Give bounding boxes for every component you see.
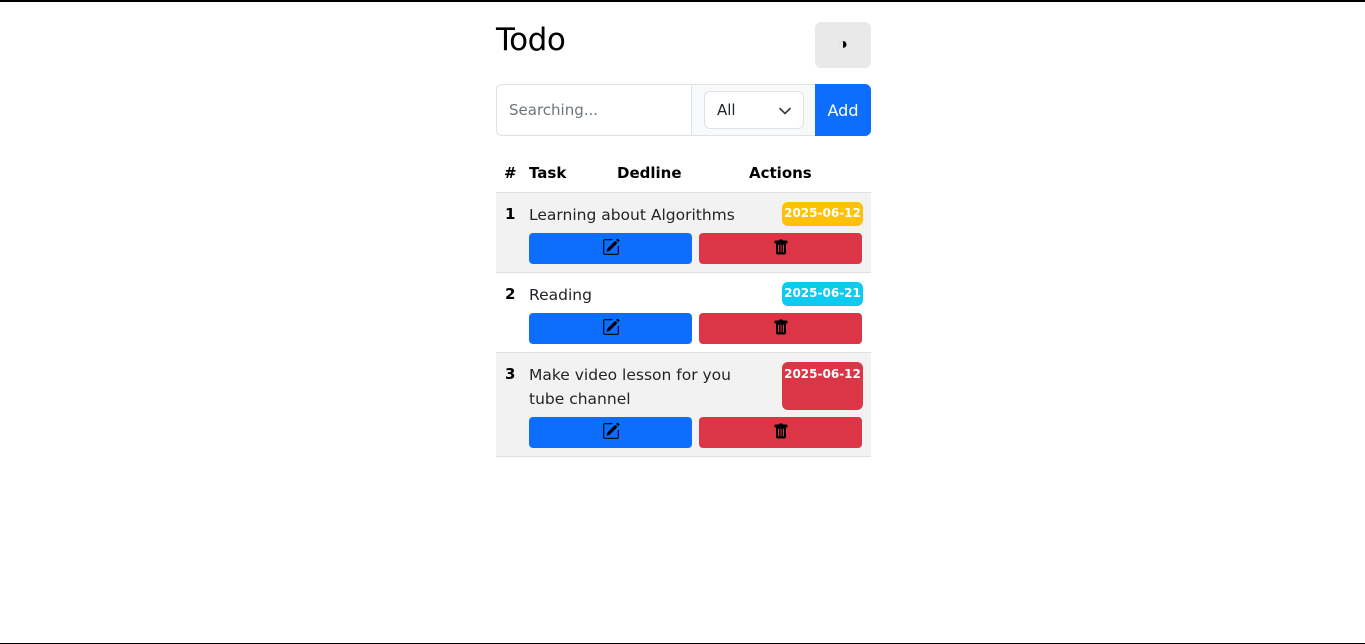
deadline-badge: 2025-06-12 [782, 202, 863, 226]
deadline-badge: 2025-06-21 [782, 282, 863, 306]
table-row: 1 Learning about Algorithms 2025-06-12 [496, 193, 871, 273]
header-deadline: Dedline [617, 164, 682, 182]
theme-toggle-button[interactable]: ◑ [815, 22, 871, 68]
header-num: # [504, 164, 517, 182]
filter-container: All [691, 84, 815, 136]
page-title: Todo [496, 22, 566, 58]
edit-button[interactable] [529, 233, 692, 264]
row-actions [529, 313, 862, 344]
delete-button[interactable] [699, 313, 862, 344]
delete-button[interactable] [699, 417, 862, 448]
header-actions: Actions [749, 164, 812, 182]
todo-app: Todo ◑ All Add # Task Dedline Actions 1 … [496, 20, 871, 457]
header-task: Task [529, 164, 567, 182]
search-input[interactable] [496, 84, 691, 136]
deadline-badge: 2025-06-12 [782, 362, 863, 410]
window-top-border [0, 0, 1365, 2]
edit-icon [602, 318, 620, 339]
task-text: Make video lesson for you tube channel [529, 366, 731, 408]
edit-button[interactable] [529, 313, 692, 344]
chevron-down-icon [779, 101, 791, 119]
filter-value: All [717, 101, 736, 119]
toolbar: All Add [496, 84, 871, 136]
edit-icon [602, 238, 620, 259]
header: Todo ◑ [496, 20, 871, 68]
task-text: Learning about Algorithms [529, 206, 735, 224]
row-actions [529, 233, 862, 264]
row-number: 3 [505, 365, 516, 383]
delete-button[interactable] [699, 233, 862, 264]
contrast-icon: ◑ [838, 36, 848, 53]
table-row: 2 Reading 2025-06-21 [496, 273, 871, 353]
table-header: # Task Dedline Actions [496, 156, 871, 193]
trash-icon [773, 423, 789, 443]
row-number: 1 [505, 205, 516, 223]
task-text: Reading [529, 286, 592, 304]
row-number: 2 [505, 285, 516, 303]
table-row: 3 Make video lesson for you tube channel… [496, 353, 871, 457]
row-actions [529, 417, 862, 448]
trash-icon [773, 239, 789, 259]
add-button[interactable]: Add [815, 84, 871, 136]
todo-table: # Task Dedline Actions 1 Learning about … [496, 156, 871, 457]
filter-select[interactable]: All [704, 91, 804, 129]
edit-icon [602, 422, 620, 443]
edit-button[interactable] [529, 417, 692, 448]
trash-icon [773, 319, 789, 339]
